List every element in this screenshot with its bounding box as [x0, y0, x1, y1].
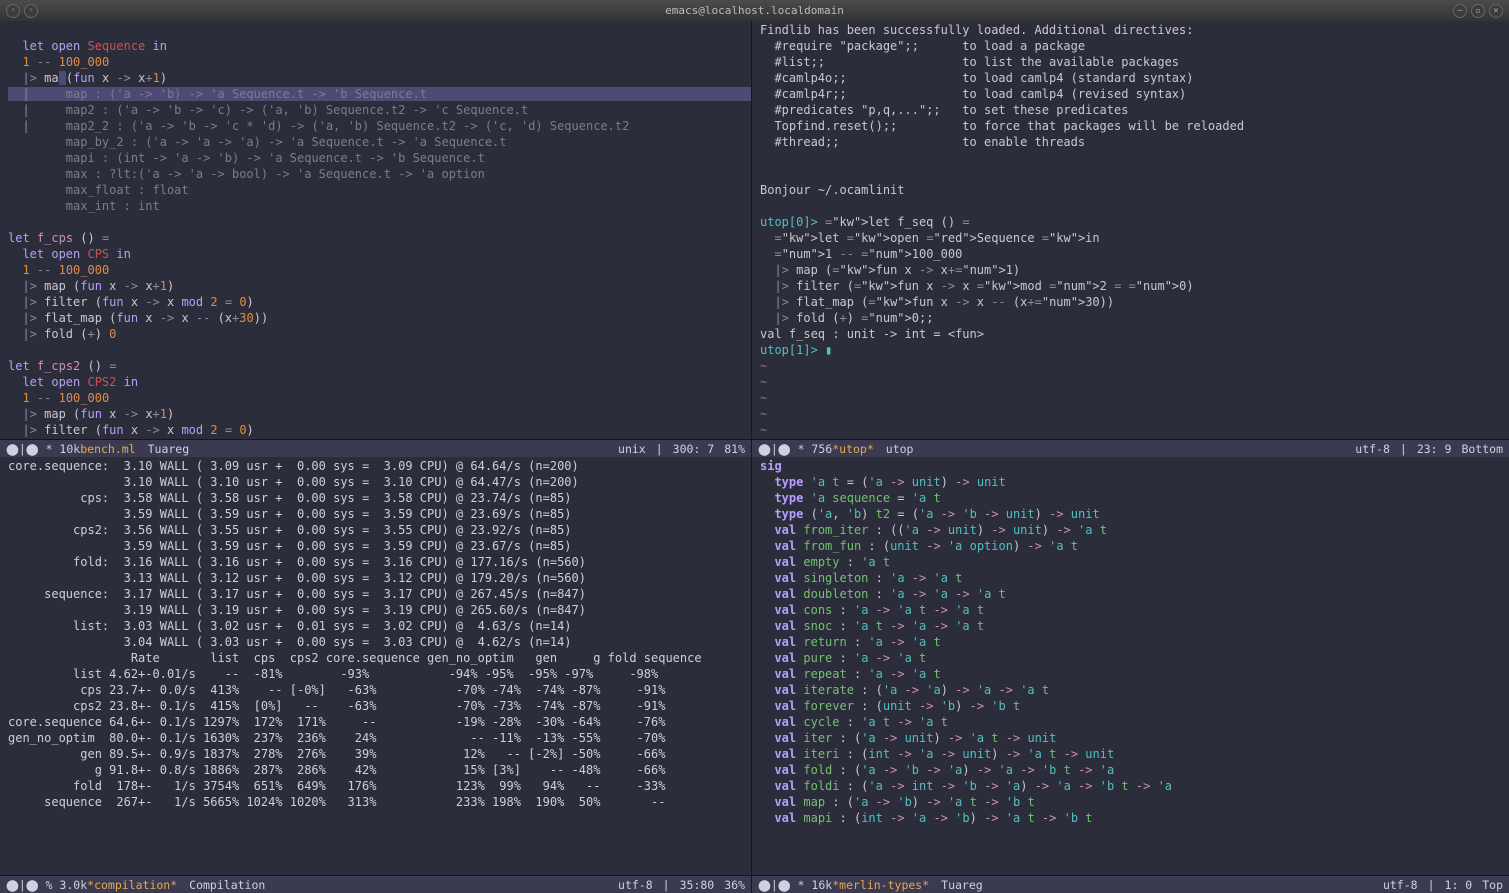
modeline-flags: ⬤|⬤ * 10k: [6, 441, 80, 457]
right-column: Findlib has been successfully loaded. Ad…: [752, 21, 1509, 893]
modeline-tag: unix: [618, 441, 646, 457]
completion-item[interactable]: map2 : ('a -> 'b -> 'c) -> ('a, 'b) Sequ…: [37, 103, 528, 117]
pin-icon[interactable]: ◦: [24, 4, 38, 18]
merlin-types-pane[interactable]: sig type 'a t = ('a -> unit) -> unit typ…: [752, 457, 1509, 875]
modeline-pct: Top: [1482, 877, 1503, 893]
workspace: let open Sequence in 1 -- 100_000 |> ma …: [0, 21, 1509, 893]
modeline-pos: 23: 9: [1417, 441, 1452, 457]
completion-item[interactable]: map_by_2 : ('a -> 'a -> 'a) -> 'a Sequen…: [37, 135, 507, 149]
modeline-buffer[interactable]: *merlin-types*: [832, 877, 929, 893]
modeline-pos: 300: 7: [673, 441, 715, 457]
utop-pane[interactable]: Findlib has been successfully loaded. Ad…: [752, 21, 1509, 439]
modeline-flags: ⬤|⬤ % 3.0k: [6, 877, 87, 893]
completion-item[interactable]: map : ('a -> 'b) -> 'a Sequence.t -> 'b …: [37, 87, 427, 101]
modeline-flags: ⬤|⬤ * 16k: [758, 877, 832, 893]
modeline-pos: 1: 0: [1445, 877, 1473, 893]
modeline-flags: ⬤|⬤ * 756: [758, 441, 832, 457]
modeline-major: Compilation: [189, 877, 265, 893]
modeline-major: Tuareg: [148, 441, 190, 457]
compilation-pane[interactable]: core.sequence: 3.10 WALL ( 3.09 usr + 0.…: [0, 457, 751, 875]
modeline-buffer[interactable]: bench.ml: [80, 441, 135, 457]
modeline-pos: 35:80: [680, 877, 715, 893]
close-icon[interactable]: ×: [1489, 4, 1503, 18]
bench-editor-pane[interactable]: let open Sequence in 1 -- 100_000 |> ma …: [0, 21, 751, 439]
maximize-icon[interactable]: ▫: [1471, 4, 1485, 18]
modeline-buffer[interactable]: *utop*: [832, 441, 874, 457]
titlebar-right-controls: – ▫ ×: [1453, 4, 1503, 18]
modeline-buffer[interactable]: *compilation*: [87, 877, 177, 893]
modeline-pct: 81%: [724, 441, 745, 457]
completion-item[interactable]: max : ?lt:('a -> 'a -> bool) -> 'a Seque…: [37, 167, 485, 181]
bench-modeline: ⬤|⬤ * 10k bench.ml Tuareg unix | 300: 7 …: [0, 439, 751, 457]
minimize-icon[interactable]: –: [1453, 4, 1467, 18]
compilation-modeline: ⬤|⬤ % 3.0k *compilation* Compilation utf…: [0, 875, 751, 893]
completion-item[interactable]: mapi : (int -> 'a -> 'b) -> 'a Sequence.…: [37, 151, 485, 165]
modeline-pct: 36%: [724, 877, 745, 893]
modeline-pct: Bottom: [1461, 441, 1503, 457]
titlebar-left-controls: ◦ ◦: [6, 4, 38, 18]
window-title: emacs@localhost.localdomain: [665, 3, 844, 19]
modeline-enc: utf-8: [618, 877, 653, 893]
modeline-enc: utf-8: [1355, 441, 1390, 457]
completion-item[interactable]: map2_2 : ('a -> 'b -> 'c * 'd) -> ('a, '…: [37, 119, 629, 133]
app-menu-icon[interactable]: ◦: [6, 4, 20, 18]
left-column: let open Sequence in 1 -- 100_000 |> ma …: [0, 21, 752, 893]
utop-modeline: ⬤|⬤ * 756 *utop* utop utf-8 | 23: 9 Bott…: [752, 439, 1509, 457]
merlin-modeline: ⬤|⬤ * 16k *merlin-types* Tuareg utf-8 | …: [752, 875, 1509, 893]
modeline-enc: utf-8: [1383, 877, 1418, 893]
completion-item[interactable]: max_float : float: [37, 183, 189, 197]
window-titlebar: ◦ ◦ emacs@localhost.localdomain – ▫ ×: [0, 0, 1509, 21]
modeline-major: utop: [886, 441, 914, 457]
completion-item[interactable]: max_int : int: [37, 199, 160, 213]
modeline-major: Tuareg: [941, 877, 983, 893]
